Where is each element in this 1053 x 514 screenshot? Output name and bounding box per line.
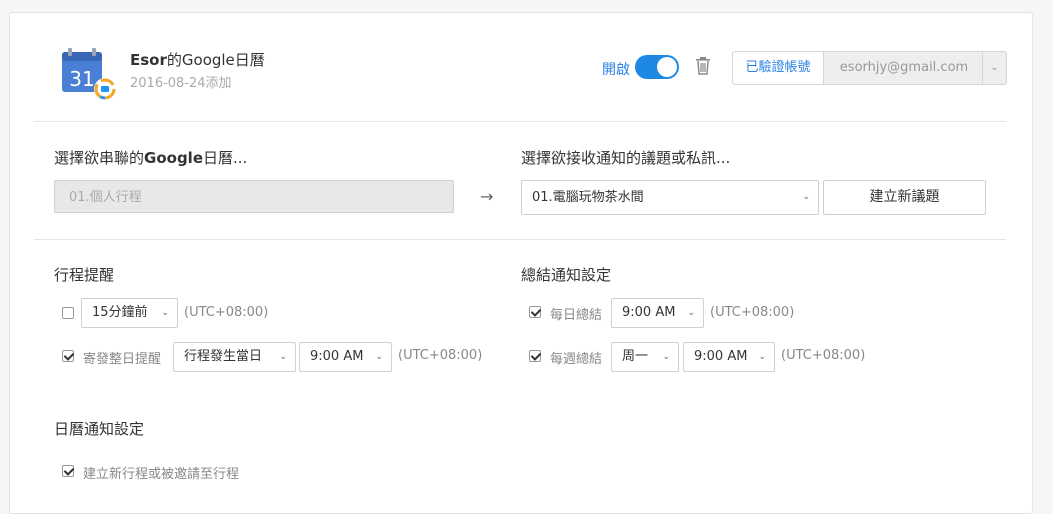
allday-when-select[interactable]: 行程發生當日 ⌄ [173,342,296,372]
reminder-time-select[interactable]: 15分鐘前 ⌄ [81,298,178,328]
allday-when-value: 行程發生當日 [184,349,263,364]
daily-summary-checkbox[interactable] [529,306,541,318]
topic-select-title: 選擇欲接收通知的議題或私訊... [521,149,731,167]
added-date: 2016-08-24添加 [130,76,232,91]
chevron-down-icon: ⌄ [662,352,670,362]
arrow-right-icon: → [480,187,494,206]
integration-card: 31 Esor的Google日曆 2016-08-24添加 開啟 已驗證帳號 e… [9,12,1033,514]
chevron-down-icon: ⌄ [279,352,287,362]
divider [34,121,1006,122]
calendar-select-input: 01.個人行程 [54,180,454,213]
reminder-title: 行程提醒 [54,266,115,284]
daily-time-value: 9:00 AM [622,305,676,320]
weekly-time-select[interactable]: 9:00 AM ⌄ [683,342,775,372]
timezone-label: (UTC+08:00) [184,305,269,320]
reminder-time-value: 15分鐘前 [92,305,148,320]
summary-title: 總結通知設定 [521,266,612,284]
account-email: esorhjy@gmail.com [823,52,984,84]
toggle-knob [657,57,677,77]
allday-reminder-checkbox[interactable] [62,350,74,362]
account-selector[interactable]: 已驗證帳號 esorhjy@gmail.com ⌄ [732,51,1007,85]
new-event-label: 建立新行程或被邀請至行程 [83,467,240,482]
trash-icon[interactable] [694,56,712,76]
daily-summary-label: 每日總結 [550,308,603,323]
chevron-down-icon: ⌄ [161,308,169,318]
enable-toggle[interactable] [635,55,679,79]
topic-select-value: 01.電腦玩物茶水間 [532,190,644,205]
timezone-label: (UTC+08:00) [398,348,483,363]
chevron-down-icon[interactable]: ⌄ [982,52,1006,84]
new-topic-button[interactable]: 建立新議題 [823,180,986,215]
svg-text:31: 31 [69,67,94,91]
timezone-label: (UTC+08:00) [781,348,866,363]
divider [34,239,1006,240]
weekly-time-value: 9:00 AM [694,349,748,364]
weekly-summary-label: 每週總結 [550,352,603,367]
weekly-day-select[interactable]: 周一 ⌄ [611,342,679,372]
allday-reminder-label: 寄發整日提醒 [83,352,162,367]
timezone-label: (UTC+08:00) [710,305,795,320]
app-title: Esor的Google日曆 [130,51,265,69]
verified-account-label: 已驗證帳號 [745,60,811,75]
toggle-label: 開啟 [602,62,630,78]
chevron-down-icon: ⌄ [802,192,810,202]
chevron-down-icon: ⌄ [687,308,695,318]
weekly-day-value: 周一 [622,349,649,364]
reminder-checkbox[interactable] [62,307,74,319]
daily-time-select[interactable]: 9:00 AM ⌄ [611,298,704,328]
allday-time-value: 9:00 AM [310,349,364,364]
new-event-checkbox[interactable] [62,465,74,477]
chevron-down-icon: ⌄ [758,352,766,362]
google-calendar-icon: 31 [60,46,118,104]
topic-select[interactable]: 01.電腦玩物茶水間 ⌄ [521,180,819,215]
chevron-down-icon: ⌄ [375,352,383,362]
calendar-select-title: 選擇欲串聯的Google日曆... [54,149,248,167]
allday-time-select[interactable]: 9:00 AM ⌄ [299,342,392,372]
weekly-summary-checkbox[interactable] [529,350,541,362]
calendar-notify-title: 日曆通知設定 [54,420,145,438]
